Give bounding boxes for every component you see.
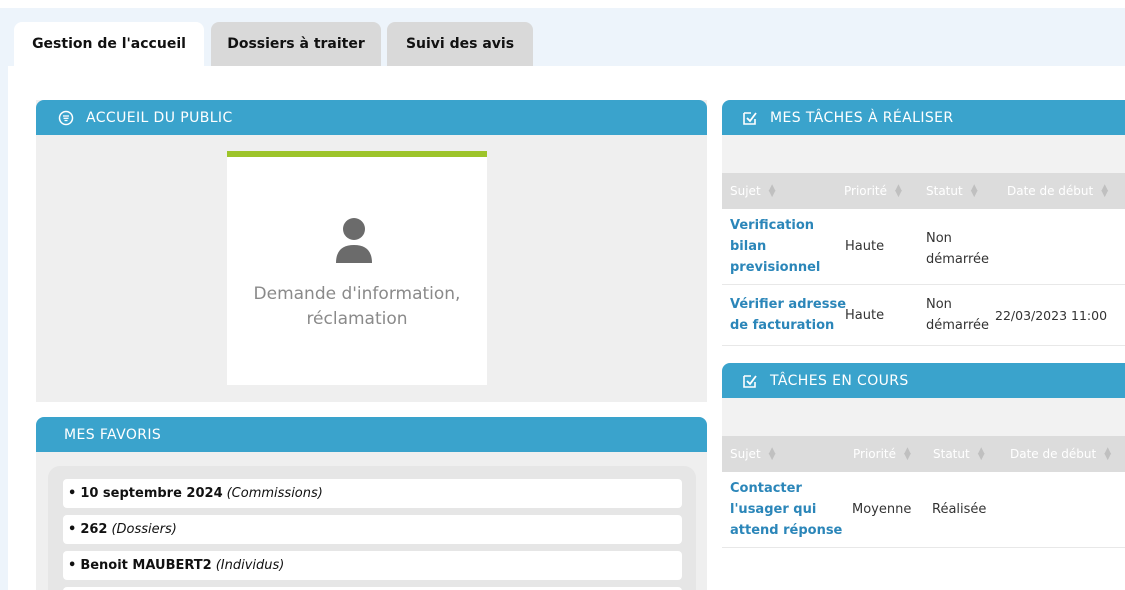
col-sujet[interactable]: Sujet ▲ ▼ bbox=[730, 436, 776, 472]
encours-toolbar bbox=[722, 398, 1125, 436]
filter-circle-icon bbox=[58, 110, 74, 125]
encours-panel-title: TÂCHES EN COURS bbox=[770, 372, 909, 389]
accueil-panel-title: ACCUEIL DU PUBLIC bbox=[86, 109, 233, 126]
sort-icon: ▲ ▼ bbox=[904, 446, 911, 462]
table-row[interactable]: Vérifier adresse de facturation Haute Non… bbox=[722, 286, 1125, 346]
task-priority: Haute bbox=[845, 239, 885, 254]
taches-toolbar bbox=[722, 135, 1125, 173]
edit-check-icon bbox=[743, 111, 757, 125]
encours-panel-header: TÂCHES EN COURS bbox=[722, 363, 1125, 398]
tab-gestion-accueil[interactable]: Gestion de l'accueil bbox=[14, 22, 204, 66]
sort-icon: ▲ ▼ bbox=[768, 446, 776, 462]
col-priorite[interactable]: Priorité ▲ ▼ bbox=[853, 436, 911, 472]
sort-icon: ▲ ▼ bbox=[1104, 446, 1112, 462]
taches-panel-title: MES TÂCHES À RÉALISER bbox=[770, 109, 954, 126]
col-statut[interactable]: Statut ▲ ▼ bbox=[933, 436, 985, 472]
favoris-panel-header: MES FAVORIS bbox=[36, 417, 707, 452]
taches-panel-header: MES TÂCHES À RÉALISER bbox=[722, 100, 1125, 135]
sort-icon: ▲ ▼ bbox=[977, 446, 985, 462]
accueil-panel-header: ACCUEIL DU PUBLIC bbox=[36, 100, 707, 135]
task-status: Non démarrée bbox=[926, 297, 990, 333]
left-edge bbox=[0, 8, 8, 590]
task-subject-link[interactable]: Vérifier adresse de facturation bbox=[730, 294, 846, 336]
task-priority: Haute bbox=[845, 308, 885, 323]
encours-table-header: Sujet ▲ ▼ Priorité ▲ ▼ Statut ▲ ▼ Date de débu… bbox=[722, 436, 1125, 472]
demande-information-card[interactable]: Demande d'information, réclamation bbox=[227, 151, 487, 385]
favori-item[interactable]: • Benoit MAUBERT2 (Individus) bbox=[63, 551, 682, 580]
favori-item[interactable]: • 262 (Dossiers) bbox=[63, 515, 682, 544]
taches-table-header: Sujet ▲ ▼ Priorité ▲ ▼ Statut ▲ ▼ Date de débu… bbox=[722, 173, 1125, 209]
task-priority: Moyenne bbox=[852, 502, 912, 517]
col-priorite[interactable]: Priorité ▲ ▼ bbox=[844, 173, 902, 209]
tab-bar: Gestion de l'accueil Dossiers à traiter … bbox=[8, 8, 1125, 66]
tab-dossiers-a-traiter[interactable]: Dossiers à traiter bbox=[211, 22, 381, 66]
favori-item[interactable]: • 10 septembre 2024 (Commissions) bbox=[63, 479, 682, 508]
task-status: Non démarrée bbox=[926, 231, 990, 267]
sort-icon: ▲ ▼ bbox=[768, 183, 776, 199]
col-statut[interactable]: Statut ▲ ▼ bbox=[926, 173, 978, 209]
edit-check-icon bbox=[743, 374, 757, 388]
col-sujet[interactable]: Sujet ▲ ▼ bbox=[730, 173, 776, 209]
tab-suivi-des-avis[interactable]: Suivi des avis bbox=[387, 22, 533, 66]
table-row[interactable]: Verification bilan previsionnel Haute Non d… bbox=[722, 209, 1125, 285]
task-subject-link[interactable]: Verification bilan previsionnel bbox=[730, 215, 820, 278]
sort-icon: ▲ ▼ bbox=[895, 183, 902, 199]
task-subject-link[interactable]: Contacter l'usager qui attend réponse bbox=[730, 478, 842, 541]
task-start-date: 22/03/2023 11:00 bbox=[995, 308, 1108, 323]
col-date-debut[interactable]: Date de début ▲ ▼ bbox=[1010, 436, 1111, 472]
sort-icon: ▲ ▼ bbox=[970, 183, 978, 199]
person-icon bbox=[336, 218, 372, 263]
task-status: Réalisée bbox=[932, 502, 987, 517]
card-label: Demande d'information, réclamation bbox=[253, 284, 461, 329]
sort-icon: ▲ ▼ bbox=[1101, 183, 1109, 199]
favoris-panel-title: MES FAVORIS bbox=[64, 426, 162, 443]
table-row[interactable]: Contacter l'usager qui attend réponse Moye… bbox=[722, 472, 1125, 548]
col-date-debut[interactable]: Date de début ▲ ▼ bbox=[1007, 173, 1108, 209]
